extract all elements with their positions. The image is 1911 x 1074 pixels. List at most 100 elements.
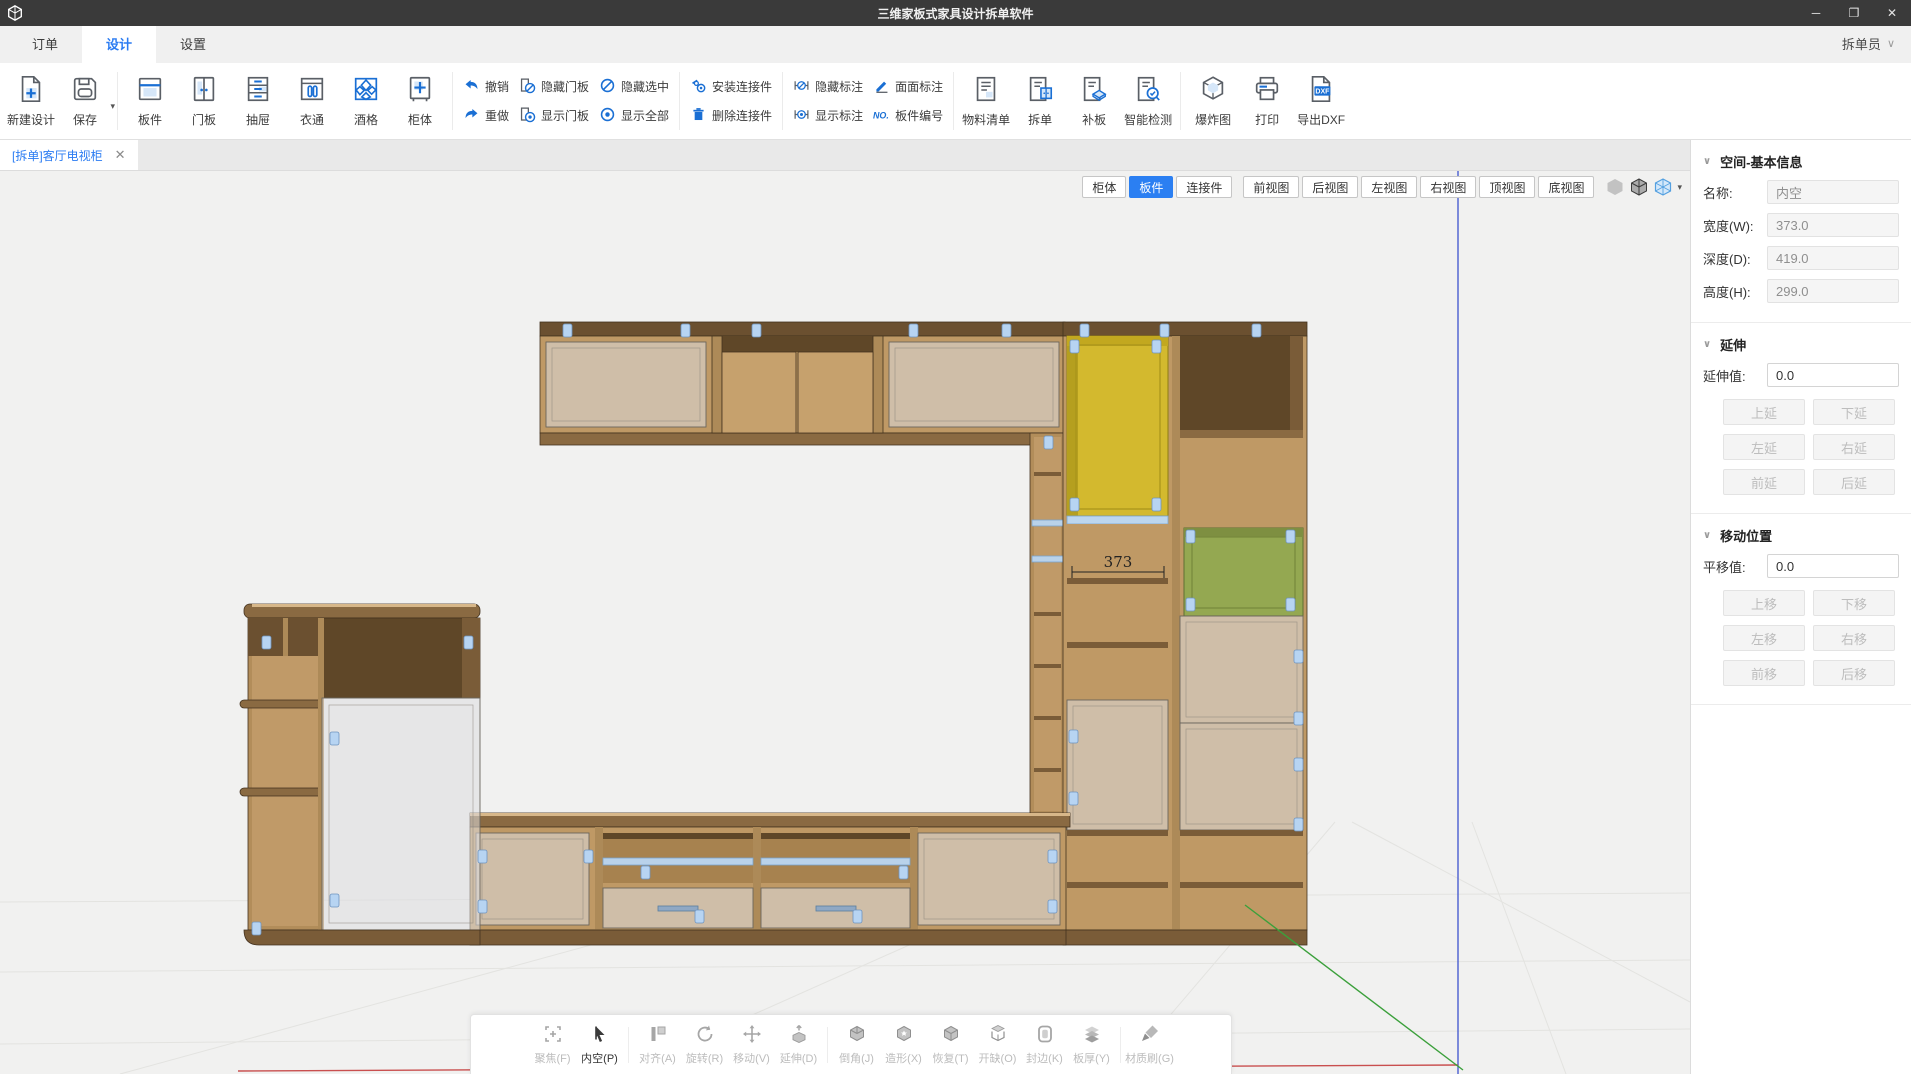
tool-extend-button[interactable]: 延伸(D) bbox=[775, 1023, 822, 1066]
collapse-chevron-icon[interactable]: ∨ bbox=[1703, 530, 1711, 541]
selected-space-yellow[interactable] bbox=[1067, 336, 1168, 516]
view-button-3[interactable]: 右视图 bbox=[1420, 176, 1476, 198]
dropdown-caret-icon[interactable]: ▾ bbox=[110, 101, 115, 112]
view-button-4[interactable]: 顶视图 bbox=[1479, 176, 1535, 198]
右延-button[interactable]: 右延 bbox=[1813, 434, 1895, 460]
patch-icon bbox=[1079, 74, 1109, 107]
install-connector-icon bbox=[690, 77, 707, 97]
mode-button-1[interactable]: 板件 bbox=[1129, 176, 1173, 198]
下延-button[interactable]: 下延 bbox=[1813, 399, 1895, 425]
mode-button-0[interactable]: 柜体 bbox=[1082, 176, 1126, 198]
user-menu[interactable]: 拆单员 ∨ bbox=[1842, 26, 1895, 63]
ribbon-show-all-button[interactable]: 显示全部 bbox=[599, 106, 669, 126]
左延-button[interactable]: 左延 bbox=[1723, 434, 1805, 460]
tool-rotate-button[interactable]: 旋转(R) bbox=[681, 1023, 728, 1066]
ribbon-print-button[interactable]: 打印 bbox=[1240, 65, 1294, 137]
左移-button[interactable]: 左移 bbox=[1723, 625, 1805, 651]
document-tab[interactable]: [拆单]客厅电视柜 ✕ bbox=[0, 140, 138, 170]
tool-focus-button[interactable]: 聚焦(F) bbox=[529, 1023, 576, 1066]
property-label: 宽度(W): bbox=[1703, 216, 1767, 235]
ribbon-patch-button[interactable]: 补板 bbox=[1067, 65, 1121, 137]
ribbon-no-label-button[interactable]: NO.板件编号 bbox=[873, 106, 943, 126]
后移-button[interactable]: 后移 bbox=[1813, 660, 1895, 686]
ribbon-redo-button[interactable]: 重做 bbox=[463, 106, 509, 126]
tool-shape-button[interactable]: 造形(X) bbox=[880, 1023, 927, 1066]
ribbon-drawer-button[interactable]: 抽屉 bbox=[231, 65, 285, 137]
3d-viewport[interactable]: 373 bbox=[0, 171, 1690, 1074]
ribbon-show-dim-button[interactable]: 显示标注 bbox=[793, 106, 863, 126]
collapse-chevron-icon[interactable]: ∨ bbox=[1703, 339, 1711, 350]
extend-value-input[interactable] bbox=[1767, 363, 1899, 387]
ribbon-hide-door-button[interactable]: 隐藏门板 bbox=[519, 77, 589, 97]
mode-button-2[interactable]: 连接件 bbox=[1176, 176, 1232, 198]
ribbon-new-file-button[interactable]: 新建设计 bbox=[4, 65, 58, 137]
main-tab-1[interactable]: 设计 bbox=[82, 26, 156, 63]
前移-button[interactable]: 前移 bbox=[1723, 660, 1805, 686]
redo-icon bbox=[463, 106, 480, 126]
ribbon-divider bbox=[782, 72, 783, 130]
tool-chamfer-button[interactable]: 倒角(J) bbox=[833, 1023, 880, 1066]
align-icon bbox=[647, 1023, 669, 1048]
ribbon-undo-button[interactable]: 撤销 bbox=[463, 77, 509, 97]
collapse-chevron-icon[interactable]: ∨ bbox=[1703, 156, 1711, 167]
view-button-5[interactable]: 底视图 bbox=[1538, 176, 1594, 198]
view-button-1[interactable]: 后视图 bbox=[1302, 176, 1358, 198]
上移-button[interactable]: 上移 bbox=[1723, 590, 1805, 616]
dimension-label: 373 bbox=[1104, 553, 1133, 571]
edges-cube-icon[interactable] bbox=[1629, 177, 1649, 197]
tool-thickness-button[interactable]: 板厚(Y) bbox=[1068, 1023, 1115, 1066]
ribbon-panel-button[interactable]: 板件 bbox=[123, 65, 177, 137]
tool-notch-button[interactable]: 开缺(O) bbox=[974, 1023, 1021, 1066]
ribbon-winerack-button[interactable]: 酒格 bbox=[339, 65, 393, 137]
ribbon-save-button[interactable]: 保存▾ bbox=[58, 65, 112, 137]
后延-button[interactable]: 后延 bbox=[1813, 469, 1895, 495]
save-icon bbox=[70, 74, 100, 107]
3d-scene[interactable]: 373 bbox=[0, 171, 1690, 1074]
ribbon: 新建设计保存▾板件门板抽屉衣通酒格柜体撤销重做隐藏门板显示门板隐藏选中显示全部 安… bbox=[0, 63, 1911, 140]
view-button-2[interactable]: 左视图 bbox=[1361, 176, 1417, 198]
ribbon-detect-button[interactable]: 智能检测 bbox=[1121, 65, 1175, 137]
ribbon-split-button[interactable]: 拆单 bbox=[1013, 65, 1067, 137]
document-tab-label: [拆单]客厅电视柜 bbox=[12, 147, 103, 164]
view-button-0[interactable]: 前视图 bbox=[1243, 176, 1299, 198]
chamfer-icon bbox=[846, 1023, 868, 1048]
tool-cursor-button[interactable]: 内空(P) bbox=[576, 1023, 623, 1066]
transparent-cube-icon[interactable] bbox=[1653, 177, 1673, 197]
solid-cube-icon[interactable] bbox=[1605, 177, 1625, 197]
下移-button[interactable]: 下移 bbox=[1813, 590, 1895, 616]
tool-restore-cube-button[interactable]: 恢复(T) bbox=[927, 1023, 974, 1066]
上延-button[interactable]: 上延 bbox=[1723, 399, 1805, 425]
dropdown-caret-icon[interactable]: ▾ bbox=[1677, 182, 1682, 193]
前延-button[interactable]: 前延 bbox=[1723, 469, 1805, 495]
ribbon-dxf-button[interactable]: DXF导出DXF bbox=[1294, 65, 1348, 137]
tool-material-brush-button[interactable]: 材质刷(G) bbox=[1126, 1023, 1173, 1066]
ribbon-bom-button[interactable]: 物料清单 bbox=[959, 65, 1013, 137]
ribbon-face-dim-button[interactable]: 面面标注 bbox=[873, 77, 943, 97]
tool-edgeband-button[interactable]: 封边(K) bbox=[1021, 1023, 1068, 1066]
ribbon-delete-connector-button[interactable]: 删除连接件 bbox=[690, 106, 772, 126]
window-restore-button[interactable]: ❐ bbox=[1835, 0, 1873, 26]
window-minimize-button[interactable]: ─ bbox=[1797, 0, 1835, 26]
highlight-space-green[interactable] bbox=[1184, 528, 1303, 616]
main-tab-0[interactable]: 订单 bbox=[8, 26, 82, 63]
ribbon-explode-button[interactable]: 爆炸图 bbox=[1186, 65, 1240, 137]
main-tab-2[interactable]: 设置 bbox=[156, 26, 230, 63]
move-value-input[interactable] bbox=[1767, 554, 1899, 578]
close-icon[interactable]: ✕ bbox=[115, 147, 126, 163]
右移-button[interactable]: 右移 bbox=[1813, 625, 1895, 651]
ribbon-install-connector-button[interactable]: 安装连接件 bbox=[690, 77, 772, 97]
ribbon-door-button[interactable]: 门板 bbox=[177, 65, 231, 137]
ribbon-toggle-column: 隐藏门板显示门板 bbox=[519, 77, 589, 126]
ribbon-rail-button[interactable]: 衣通 bbox=[285, 65, 339, 137]
tool-align-button[interactable]: 对齐(A) bbox=[634, 1023, 681, 1066]
ribbon-hide-selected-button[interactable]: 隐藏选中 bbox=[599, 77, 669, 97]
material-brush-icon bbox=[1139, 1023, 1161, 1048]
ribbon-show-door-button[interactable]: 显示门板 bbox=[519, 106, 589, 126]
toolbar-divider bbox=[1120, 1027, 1121, 1063]
tool-move-button[interactable]: 移动(V) bbox=[728, 1023, 775, 1066]
app-logo-icon bbox=[0, 0, 30, 26]
ribbon-toggle-column: 撤销重做 bbox=[463, 77, 509, 126]
ribbon-cabinet-button[interactable]: 柜体 bbox=[393, 65, 447, 137]
ribbon-hide-dim-button[interactable]: 隐藏标注 bbox=[793, 77, 863, 97]
window-close-button[interactable]: ✕ bbox=[1873, 0, 1911, 26]
